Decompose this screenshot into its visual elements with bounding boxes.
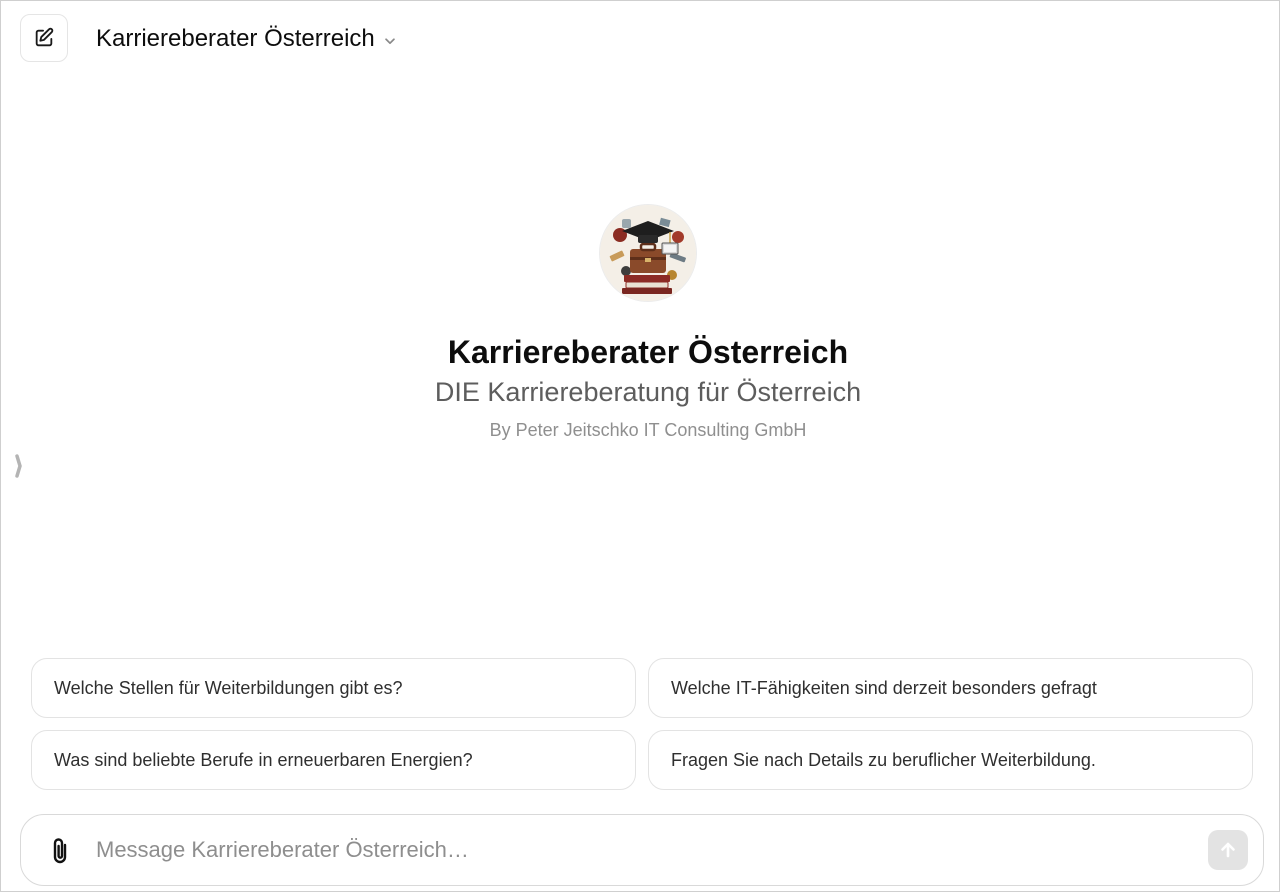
suggestion-card[interactable]: Welche IT-Fähigkeiten sind derzeit beson…	[648, 658, 1253, 718]
sidebar-toggle[interactable]	[13, 453, 25, 479]
chevron-down-icon	[383, 34, 397, 48]
new-chat-button[interactable]	[20, 14, 68, 62]
conversation-starters: Welche Stellen für Weiterbildungen gibt …	[31, 658, 1253, 790]
gpt-title: Karriereberater Österreich	[447, 334, 849, 370]
chevron-right-handle-icon	[13, 453, 25, 484]
edit-pencil-square-icon	[33, 27, 55, 49]
gpt-author: By Peter Jeitschko IT Consulting GmbH	[489, 420, 807, 440]
gpt-description: DIE Karriereberatung für Österreich	[434, 377, 862, 407]
arrow-up-icon	[1218, 840, 1238, 860]
paperclip-icon	[48, 836, 72, 866]
attach-file-button[interactable]	[45, 835, 75, 867]
app-window: Karriereberater Österreich Karriereberat…	[0, 0, 1280, 892]
gpt-intro: Karriereberater Österreich DIE Karriereb…	[1, 204, 1280, 442]
suggestion-card[interactable]: Was sind beliebte Berufe in erneuerbaren…	[31, 730, 636, 790]
header-title: Karriereberater Österreich	[96, 25, 375, 52]
gpt-model-selector[interactable]: Karriereberater Österreich	[96, 25, 397, 53]
message-composer	[20, 814, 1264, 886]
message-input[interactable]	[96, 829, 1186, 871]
gpt-avatar-image	[599, 204, 697, 302]
send-button[interactable]	[1208, 830, 1248, 870]
suggestion-card[interactable]: Welche Stellen für Weiterbildungen gibt …	[31, 658, 636, 718]
suggestion-card[interactable]: Fragen Sie nach Details zu beruflicher W…	[648, 730, 1253, 790]
